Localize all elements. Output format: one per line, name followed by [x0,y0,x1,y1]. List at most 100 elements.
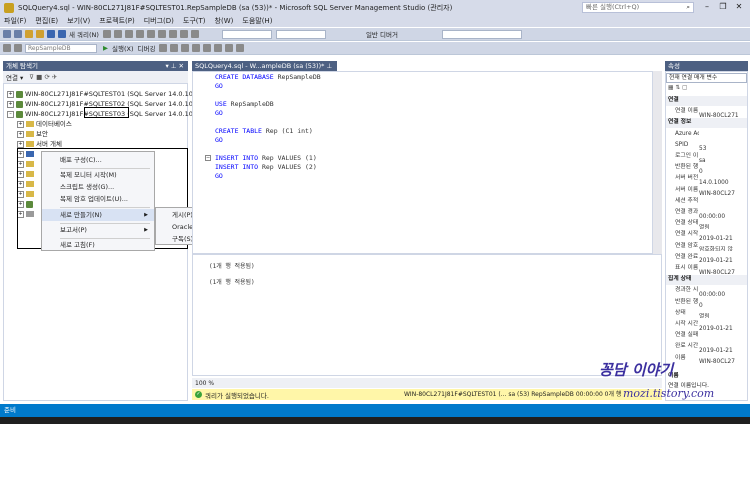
close-button[interactable]: ✕ [732,1,746,13]
property-value: 열림 [699,224,710,229]
expand-icon[interactable]: + [7,100,14,108]
property-row: 연결 상태열림 [666,219,747,229]
ctx-configure-distribution[interactable]: 배포 구성(C)... [42,154,154,166]
menu-window[interactable]: 창(W) [215,16,234,26]
property-row: 표시 이름WIN-80CL27 [666,264,747,274]
back-icon[interactable] [3,30,11,38]
new-query-button[interactable]: 새 쿼리(N) [69,29,99,39]
property-key: 연결 시작 [675,231,699,238]
property-desc-title: 이름 [668,373,679,379]
property-key: 상태 [675,309,686,316]
menu-project[interactable]: 프로젝트(P) [99,16,134,26]
ctx-update-passwords[interactable]: 복제 암호 업데이트(U)... [42,193,154,205]
folder-icon [26,131,34,137]
collapse-icon[interactable]: – [7,110,14,118]
property-category: 연결 정보 [666,118,747,128]
ctx-generate-scripts[interactable]: 스크립트 생성(G)... [42,181,154,193]
expand-icon[interactable]: + [17,120,24,128]
pin-icon[interactable]: ▾ ⊥ ✕ [165,61,184,71]
indent-icon[interactable] [225,44,234,52]
ctx-reports[interactable]: 보고서(P) ▶ [42,224,154,236]
results-grid-icon[interactable] [192,44,201,52]
outdent-icon[interactable] [236,44,245,52]
debugger-label: 일반 디버거 [365,31,398,39]
property-value: 14.0.1000 [699,179,729,184]
execute-button[interactable]: 실행(X) [112,43,134,53]
menu-view[interactable]: 보기(V) [67,16,90,26]
ctx-new[interactable]: 새로 만들기(N) ▶ [42,209,154,221]
zoom-level[interactable]: 100 % [195,380,214,387]
tree-folder-databases[interactable]: + 데이터베이스 [17,119,72,129]
change-connection-icon[interactable] [14,44,22,52]
connect-icon[interactable] [3,44,11,52]
property-row: 연결 실패 [666,331,747,341]
save-icon[interactable] [47,30,55,38]
expand-icon[interactable]: + [7,90,14,98]
filter-icon[interactable]: ⊽ ■ ⟳ ✈ [29,73,57,81]
property-row: 연결 암호암호화되지 않 [666,242,747,252]
properties-header: 속성 [665,61,748,71]
object-explorer-toolbar: 연결 ▾ ⊽ ■ ⟳ ✈ [3,71,188,83]
server-icon [16,90,23,98]
quick-launch-input[interactable]: 빠른 실행(Ctrl+Q) ⌕ [582,2,694,13]
menu-debug[interactable]: 디버그(D) [144,16,174,26]
open-file-icon[interactable] [36,30,44,38]
code-line: GO [215,172,223,180]
debug-button[interactable]: 디버깅 [138,43,156,53]
property-key: 서버 이름 [675,186,699,193]
save-all-icon[interactable] [58,30,66,38]
property-key: 반환된 행 [675,298,699,305]
expand-icon[interactable]: + [17,130,24,138]
code-line: INSERT INTO Rep VALUES (2) [215,163,317,171]
ctx-refresh[interactable]: 새로 고침(F) [42,239,154,251]
xmla-icon[interactable] [135,30,144,38]
properties-title: 속성 [668,62,680,70]
undo-icon[interactable] [179,30,188,38]
display-plan-icon[interactable] [170,44,179,52]
uncomment-icon[interactable] [214,44,223,52]
new-project-icon[interactable] [25,30,33,38]
menu-tools[interactable]: 도구(T) [183,16,206,26]
property-value: 2019-01-21 [699,235,733,240]
menu-help[interactable]: 도움말(H) [242,16,272,26]
database-combo[interactable]: RepSampleDB [25,43,97,53]
watermark-url: mozi.tistory.com [623,387,715,400]
comment-icon[interactable] [203,44,212,52]
config-combo[interactable] [221,29,272,39]
results-text-icon[interactable] [181,44,190,52]
editor-scrollbar[interactable] [652,71,662,254]
maximize-button[interactable]: ❐ [716,1,730,13]
menu-edit[interactable]: 편집(E) [35,16,58,26]
query-icon[interactable] [102,30,111,38]
paste-icon[interactable] [168,30,177,38]
find-combo[interactable] [441,29,522,39]
dmx-icon[interactable] [124,30,133,38]
expand-icon[interactable]: + [17,140,24,148]
property-key: 연결 실패 [675,332,699,339]
tree-server-1[interactable]: + WIN-80CL271J81F#SQLTEST01 (SQL Server 1… [7,89,197,99]
platform-combo[interactable] [275,29,326,39]
connect-button[interactable]: 연결 ▾ [6,72,23,82]
property-row: SPID 53 [666,141,747,151]
mdx-icon[interactable] [113,30,122,38]
query-editor[interactable]: CREATE DATABASE RepSampleDB GO USE RepSa… [192,71,662,254]
property-row: 완료 시간2019-01-21 [666,342,747,352]
parse-icon[interactable] [159,44,168,52]
redo-icon[interactable] [190,30,199,38]
copy-icon[interactable] [157,30,166,38]
forward-icon[interactable] [14,30,22,38]
standard-toolbar: 새 쿼리(N) 일반 디버거 [0,28,750,41]
document-tab[interactable]: SQLQuery4.sql - W...ampleDB (sa (53))* ⊥… [192,61,337,80]
property-row: 연결 이름WIN-80CL271 [666,107,747,117]
cut-icon[interactable] [146,30,155,38]
properties-combo[interactable]: 현재 연결 매개 변수 [666,73,747,83]
ssms-app-icon [4,2,14,13]
minimize-button[interactable]: – [700,1,714,13]
tree-folder-security[interactable]: + 보안 [17,129,48,139]
property-key: 연결 경과 [675,209,699,215]
menu-file[interactable]: 파일(F) [4,16,26,26]
ctx-launch-monitor[interactable]: 복제 모니터 시작(M) [42,169,154,181]
execute-icon[interactable]: ▶ [103,44,108,52]
properties-sort-icons[interactable]: ▦ ⇅ ▢ [666,84,747,94]
collapse-icon[interactable]: − [205,155,211,161]
